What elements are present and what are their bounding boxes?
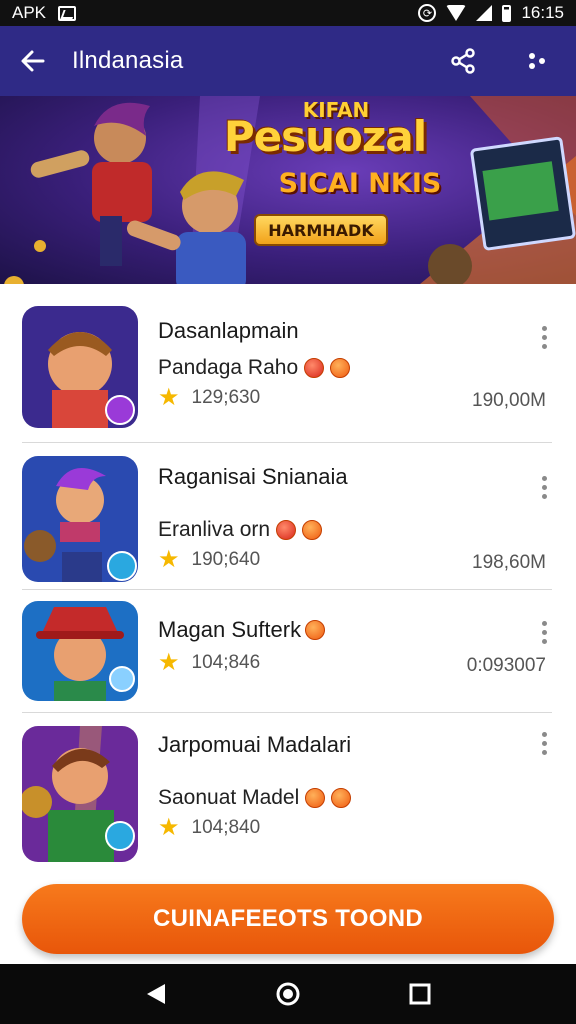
emoji-icon — [331, 788, 352, 808]
app-thumbnail — [22, 726, 138, 862]
divider — [22, 712, 552, 713]
divider — [22, 442, 552, 443]
app-subtitle-text: Eranliva orn — [158, 518, 271, 541]
rating-count: 104;840 — [191, 817, 261, 838]
banner-pill: HARMHADK — [254, 214, 388, 246]
more-options-icon[interactable] — [538, 476, 550, 504]
more-options-icon[interactable] — [538, 621, 550, 649]
back-triangle-icon[interactable] — [138, 976, 174, 1012]
app-name: Dasanlapmain — [158, 318, 299, 343]
status-bar: APK ⟳ 16:15 — [0, 0, 576, 26]
home-circle-icon[interactable] — [270, 976, 306, 1012]
app-name: Raganisai Snianaia — [158, 464, 348, 489]
app-size: 190,00M — [472, 390, 546, 411]
app-thumbnail — [22, 306, 138, 428]
more-dots-icon[interactable] — [522, 46, 552, 76]
emoji-icon — [305, 788, 326, 808]
app-subtitle: Pandaga Raho — [158, 356, 351, 380]
back-arrow-icon[interactable] — [18, 46, 48, 76]
system-nav-bar — [0, 964, 576, 1024]
promo-banner[interactable]: KIFAN Pesuozal SICAI NKIS HARMHADK — [0, 96, 576, 284]
app-name: Jarpomuai Madalari — [158, 732, 352, 757]
wifi-icon — [446, 5, 467, 21]
status-app-label: APK — [12, 3, 47, 22]
more-options-icon[interactable] — [538, 732, 550, 760]
primary-action-button[interactable]: CUINAFEEOTS TOOND — [22, 884, 554, 954]
app-name: Magan Sufterk — [158, 617, 326, 643]
star-icon: ★ — [158, 546, 180, 573]
star-icon: ★ — [158, 814, 180, 841]
emoji-icon — [330, 358, 351, 378]
emoji-icon — [304, 358, 325, 378]
recents-square-icon[interactable] — [402, 976, 438, 1012]
emoji-icon — [305, 620, 326, 640]
app-thumbnail — [22, 456, 138, 582]
star-icon: ★ — [158, 649, 180, 676]
app-thumbnail — [22, 601, 138, 701]
page-title: Ilndanasia — [72, 47, 184, 74]
app-size: 0:093007 — [466, 655, 546, 676]
rating: ★ 104;846 — [158, 651, 260, 675]
app-bar: Ilndanasia — [0, 26, 576, 96]
rating-count: 129;630 — [191, 387, 261, 408]
app-subtitle: Eranliva orn — [158, 518, 323, 542]
rating-count: 104;846 — [191, 652, 261, 673]
gallery-icon — [58, 5, 77, 21]
share-icon[interactable] — [448, 46, 478, 76]
banner-title: Pesuozal — [223, 112, 427, 161]
star-icon: ★ — [158, 384, 180, 411]
sync-icon: ⟳ — [418, 4, 437, 22]
signal-icon — [476, 5, 493, 21]
status-time: 16:15 — [521, 3, 564, 22]
rating-count: 190;640 — [191, 549, 261, 570]
emoji-icon — [302, 520, 323, 540]
app-name-text: Magan Sufterk — [158, 617, 302, 642]
emoji-icon — [276, 520, 297, 540]
app-size: 198,60M — [472, 552, 546, 573]
more-options-icon[interactable] — [538, 326, 550, 354]
battery-icon — [502, 4, 512, 22]
rating: ★ 129;630 — [158, 386, 260, 410]
rating: ★ 104;840 — [158, 816, 260, 840]
divider — [22, 589, 552, 590]
app-subtitle-text: Pandaga Raho — [158, 356, 299, 379]
app-subtitle-text: Saonuat Madel — [158, 786, 300, 809]
banner-subtitle: SICAI NKIS — [278, 168, 442, 199]
rating: ★ 190;640 — [158, 548, 260, 572]
app-subtitle: Saonuat Madel — [158, 786, 352, 810]
